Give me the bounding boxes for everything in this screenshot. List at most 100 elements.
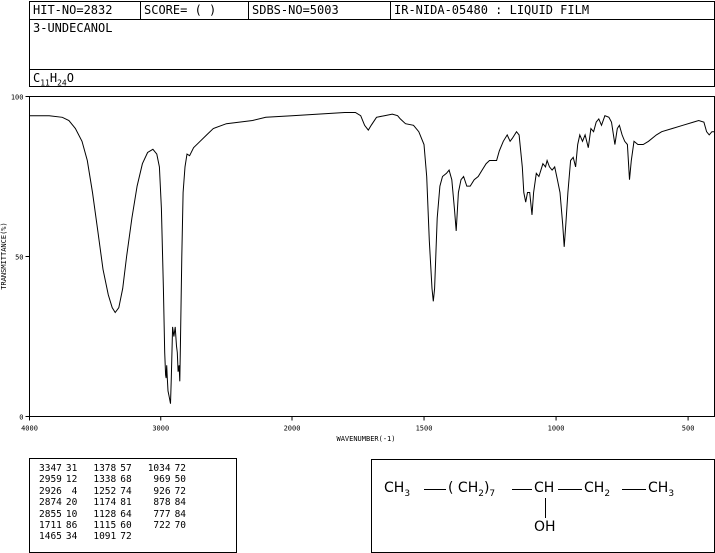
- x-tick-label: 4000: [21, 425, 38, 433]
- peak-row: 2855 10 1128 64 777 84: [37, 509, 188, 520]
- x-tick-label: 1000: [548, 425, 565, 433]
- bond: [558, 489, 582, 490]
- peak-intensity: 12: [65, 474, 78, 486]
- cell-gap: [79, 474, 91, 485]
- peak-wavenumber: 777: [153, 508, 171, 520]
- peak-intensity: 84: [174, 508, 187, 520]
- peak-wavenumber: 3347: [39, 463, 62, 474]
- cell-gap: [79, 520, 91, 531]
- structure-ch3-left: CH3: [384, 480, 411, 499]
- peak-intensity: 86: [65, 520, 78, 532]
- sdbs-number: SDBS-NO=5003: [248, 2, 390, 19]
- cell-gap: [134, 531, 146, 542]
- compound-name: 3-UNDECANOL: [33, 21, 113, 35]
- structure-ch: CH: [534, 480, 555, 496]
- peak-intensity: 57: [120, 463, 132, 474]
- peak-intensity: [173, 531, 188, 542]
- peak-row: 2959 12 1338 68 969 50: [37, 474, 188, 485]
- x-tick-label: 500: [682, 425, 695, 433]
- peak-wavenumber: 722: [153, 520, 171, 532]
- score: SCORE= ( ): [140, 2, 248, 19]
- peak-intensity: 50: [174, 474, 187, 486]
- molecular-formula: C11H24O: [33, 71, 74, 88]
- bond: [512, 489, 532, 490]
- cell-gap: [79, 497, 91, 508]
- peak-row: 1465 34 1091 72: [37, 531, 188, 542]
- peak-intensity: 34: [65, 531, 78, 543]
- x-axis-label: WAVENUMBER(-1): [336, 435, 395, 443]
- bond-vertical: [545, 498, 546, 518]
- cell-gap: [79, 531, 91, 542]
- x-tick-label: 2000: [284, 425, 301, 433]
- cell-gap: [134, 497, 146, 508]
- peak-wavenumber: [146, 531, 173, 542]
- structure-box: CH3 ( CH2)7 CH CH2 CH3 OH: [371, 459, 715, 553]
- peak-wavenumber: 1338: [93, 474, 117, 486]
- peak-intensity: 72: [120, 531, 132, 543]
- peak-intensity: 31: [65, 463, 78, 474]
- ir-method: IR-NIDA-05480 : LIQUID FILM: [390, 2, 714, 19]
- peak-intensity: 72: [174, 463, 187, 474]
- peak-row: 2874 20 1174 81 878 84: [37, 497, 188, 508]
- peak-wavenumber: 878: [153, 497, 171, 509]
- divider: [30, 69, 714, 70]
- y-tick-label: 100: [11, 94, 24, 102]
- peak-wavenumber: 2855: [39, 508, 62, 520]
- peak-intensity: 81: [120, 497, 132, 509]
- cell-gap: [79, 509, 91, 520]
- y-tick-label: 50: [15, 254, 23, 262]
- peak-wavenumber: 1128: [93, 508, 117, 520]
- y-axis-label: TRANSMITTANCE(%): [0, 222, 8, 289]
- x-tick-label: 3000: [152, 425, 169, 433]
- peak-wavenumber: 1378: [93, 463, 117, 474]
- peak-intensity: 72: [174, 485, 187, 497]
- peak-intensity: 64: [120, 508, 132, 520]
- peak-wavenumber: 1034: [147, 463, 171, 474]
- cell-gap: [79, 463, 91, 474]
- bond: [424, 489, 446, 490]
- peak-intensity: 74: [120, 485, 132, 497]
- peak-wavenumber: 1465: [39, 531, 62, 543]
- spectrum-header: HIT-NO=2832 SCORE= ( ) SDBS-NO=5003 IR-N…: [29, 1, 715, 87]
- peak-intensity: 20: [65, 497, 78, 509]
- spectrum-line: [29, 112, 715, 404]
- x-tick-label: 1500: [416, 425, 433, 433]
- plot-frame: [29, 96, 715, 417]
- cell-gap: [134, 520, 146, 531]
- peak-intensity: 10: [65, 508, 78, 520]
- structure-ch2-group: ( CH2)7: [448, 480, 496, 499]
- peak-wavenumber: 1115: [93, 520, 117, 532]
- peak-row: 1711 86 1115 60 722 70: [37, 520, 188, 531]
- cell-gap: [134, 509, 146, 520]
- peak-wavenumber: 1174: [93, 497, 117, 509]
- peak-table-grid: 3347 31 1378 57 1034 72 2959 12 1338 68 969 50 2926 4…: [37, 463, 188, 543]
- cell-gap: [134, 486, 146, 497]
- peak-intensity: 60: [120, 520, 132, 532]
- peak-wavenumber: 2926: [39, 485, 62, 497]
- bond: [622, 489, 646, 490]
- hit-number: HIT-NO=2832: [33, 3, 113, 17]
- cell-gap: [79, 486, 91, 497]
- peak-intensity: 4: [71, 485, 78, 497]
- peak-wavenumber: 926: [153, 485, 171, 497]
- structure-ch3-right: CH3: [648, 480, 675, 499]
- structure-ch2: CH2: [584, 480, 611, 499]
- peak-wavenumber: 2959: [39, 474, 62, 486]
- peak-wavenumber: 969: [153, 474, 171, 486]
- peak-wavenumber: 1252: [93, 485, 117, 497]
- cell-gap: [134, 463, 146, 474]
- peak-wavenumber: 1711: [39, 520, 62, 532]
- peak-wavenumber: 1091: [93, 531, 117, 543]
- peak-intensity: 68: [120, 474, 132, 486]
- cell-gap: [134, 474, 146, 485]
- peak-wavenumber: 2874: [39, 497, 62, 509]
- peak-table: 3347 31 1378 57 1034 72 2959 12 1338 68 969 50 2926 4…: [29, 458, 237, 553]
- header-info-row: HIT-NO=2832 SCORE= ( ) SDBS-NO=5003 IR-N…: [30, 2, 714, 20]
- peak-row: 3347 31 1378 57 1034 72: [37, 463, 188, 474]
- peak-intensity: 70: [174, 520, 187, 532]
- peak-intensity: 84: [174, 497, 187, 509]
- ir-spectrum-chart: 0 50 100 4000 3000 2000 1500 1000 500 TRANSMITT…: [0, 94, 715, 443]
- structure-oh: OH: [534, 519, 556, 535]
- peak-row: 2926 4 1252 74 926 72: [37, 486, 188, 497]
- y-tick-label: 0: [19, 414, 23, 422]
